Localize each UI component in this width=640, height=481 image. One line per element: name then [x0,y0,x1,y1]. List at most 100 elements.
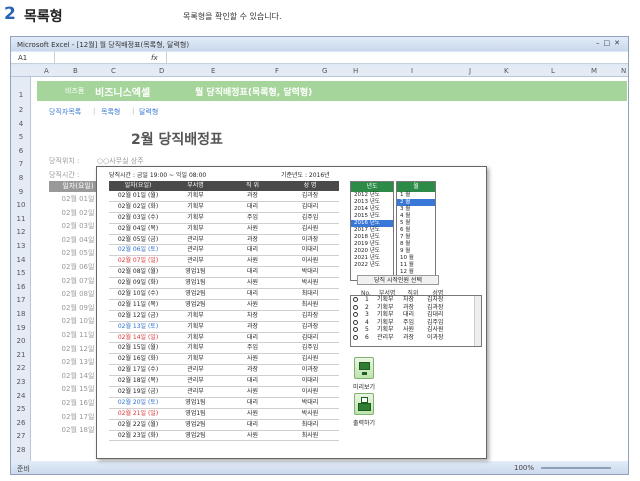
radio-button[interactable] [353,319,358,325]
zoom-level[interactable]: 100% [514,464,534,472]
month-listbox[interactable]: 월 1 월2 월3 월4 월5 월6 월7 월8 월9 월 10 월 11 월 12 … [396,181,436,281]
nav-table-link[interactable]: 목록형 [101,107,120,117]
employee-list-scrollbar[interactable] [474,296,481,346]
row-header-2[interactable]: 2 [11,106,31,114]
nav-calendar-link[interactable]: 달력형 [139,107,158,117]
row-header-20[interactable]: 20 [11,337,31,345]
row-header-26[interactable]: 26 [11,419,31,427]
year-option[interactable]: 2022 년도 [351,262,393,269]
excel-window-title: Microsoft Excel - [12월] 월 당직배정표(목록형, 달력형… [17,41,190,49]
year-option[interactable]: 2013 년도 [351,199,393,206]
month-option[interactable]: 8 월 [397,241,435,248]
window-controls[interactable]: –□✕ [596,39,624,47]
column-header-i[interactable]: I [411,67,413,75]
column-header-j[interactable]: J [469,67,471,75]
employee-listbox[interactable]: 1 기획부 차장 김차장 2 기획부 과장 김과장 3 기획부 대리 김대리 4 기획부 주임 김주임 5 기획부… [350,295,482,347]
column-header-m[interactable]: M [591,67,597,75]
column-header-f[interactable]: F [275,67,279,75]
radio-button[interactable] [353,327,358,332]
radio-button[interactable] [353,334,358,340]
year-option[interactable]: 2019 년도 [351,241,393,248]
row-header-25[interactable]: 25 [11,405,31,413]
column-header-d[interactable]: D [159,67,164,75]
row-header-27[interactable]: 27 [11,432,31,440]
employee-option[interactable]: 2 기획부 과장 김과장 [351,304,481,312]
month-option[interactable]: 11 월 [397,262,435,269]
row-header-21[interactable]: 21 [11,351,31,359]
zoom-slider[interactable] [541,467,611,469]
year-listbox[interactable]: 년도 2012 년도 2013 년도 2014 년도 2015 년도 2016 년도 20… [350,181,394,281]
year-option[interactable]: 2012 년도 [351,192,393,199]
row-header-28[interactable]: 28 [11,446,31,454]
row-header-18[interactable]: 18 [11,310,31,318]
name-box[interactable]: A1 [15,52,55,63]
duty-table-row: 02월 21일 (일) 영업1팀 사원 박사원 [109,409,339,420]
month-option[interactable]: 2 월 [397,199,435,206]
row-header-24[interactable]: 24 [11,392,31,400]
print-button[interactable]: 출력하기 [352,393,376,433]
duty-table-row: 02월 17일 (수) 관리부 과장 이과장 [109,365,339,377]
employee-option[interactable]: 4 기획부 주임 김주임 [351,319,481,327]
row-header-19[interactable]: 19 [11,324,31,332]
row-header-8[interactable]: 8 [11,174,31,182]
column-header-l[interactable]: L [551,67,555,75]
date-cell: 02월 11일 (목) [117,300,159,308]
row-header-15[interactable]: 15 [11,269,31,277]
column-header-a[interactable]: A [44,67,49,75]
row-header-4[interactable]: 4 [11,120,31,128]
month-option[interactable]: 10 월 [397,255,435,262]
month-option[interactable]: 4 월 [397,213,435,220]
employee-option[interactable]: 3 기획부 대리 김대리 [351,311,481,319]
month-option[interactable]: 7 월 [397,234,435,241]
row-header-17[interactable]: 17 [11,296,31,304]
formula-input[interactable] [166,52,628,63]
year-option[interactable]: 2015 년도 [351,213,393,220]
column-header-e[interactable]: E [211,67,215,75]
column-header-c[interactable]: C [111,67,116,75]
row-header-11[interactable]: 11 [11,215,31,223]
month-option[interactable]: 5 월 [397,220,435,227]
row-header-23[interactable]: 23 [11,378,31,386]
year-option[interactable]: 2020 년도 [351,248,393,255]
column-header-n[interactable]: N [621,67,626,75]
row-header-14[interactable]: 14 [11,256,31,264]
employee-option[interactable]: 1 기획부 차장 김차장 [351,296,481,304]
year-option[interactable]: 2021 년도 [351,255,393,262]
minimize-icon[interactable]: – [596,39,604,47]
row-header-22[interactable]: 22 [11,364,31,372]
position-cell: 과장 [246,366,259,374]
close-icon[interactable]: ✕ [614,39,624,47]
row-header-16[interactable]: 16 [11,283,31,291]
row-header-10[interactable]: 10 [11,201,31,209]
radio-button[interactable] [353,297,358,302]
row-header-13[interactable]: 13 [11,242,31,250]
radio-button[interactable] [353,312,358,317]
row-header-7[interactable]: 7 [11,160,31,168]
maximize-icon[interactable]: □ [604,39,615,47]
year-option[interactable]: 2018 년도 [351,234,393,241]
nav-list-link[interactable]: 당직자목록 [49,107,81,117]
row-header-6[interactable]: 6 [11,147,31,155]
row-header-1[interactable]: 1 [11,91,31,99]
radio-button[interactable] [353,304,358,310]
preview-button[interactable]: 미리보기 [352,357,376,397]
column-header-k[interactable]: K [504,67,509,75]
name-cell: 김과장 [301,192,319,199]
employee-option[interactable]: 5 기획부 사원 김사원 [351,326,481,334]
month-option[interactable]: 3 월 [397,206,435,213]
employee-option[interactable]: 6 관리부 과장 이과장 [351,334,481,342]
row-header-12[interactable]: 12 [11,228,31,236]
year-option[interactable]: 2016 년도 [351,220,393,227]
column-header-g[interactable]: G [322,67,327,75]
name-cell: 최사원 [301,431,319,439]
column-header-h[interactable]: H [353,67,358,75]
row-header-9[interactable]: 9 [11,188,31,196]
row-header-5[interactable]: 5 [11,133,31,141]
month-option[interactable]: 6 월 [397,227,435,234]
month-option[interactable]: 9 월 [397,248,435,255]
column-header-b[interactable]: B [73,67,78,75]
year-option[interactable]: 2014 년도 [351,206,393,213]
banner-title: 월 당직배정표(목록형, 달력형) [195,88,313,98]
month-option[interactable]: 1 월 [397,192,435,199]
year-option[interactable]: 2017 년도 [351,227,393,234]
